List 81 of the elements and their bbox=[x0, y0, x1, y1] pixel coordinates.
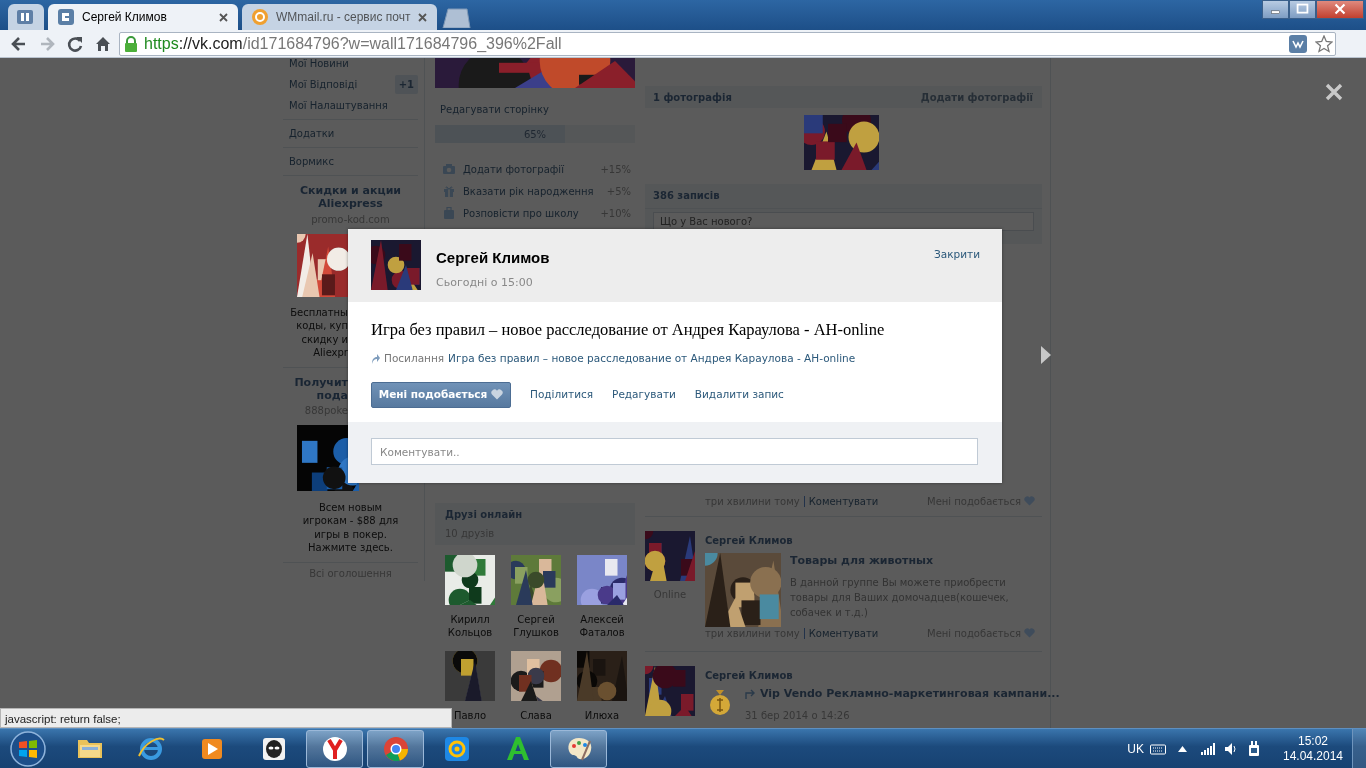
minimize-icon[interactable] bbox=[1262, 0, 1289, 19]
ad-text-line: Aliexpr bbox=[312, 345, 348, 360]
app-launcher-button[interactable] bbox=[8, 4, 44, 30]
next-arrow-icon[interactable] bbox=[1041, 346, 1051, 364]
menu-item[interactable]: Мої Налаштування bbox=[289, 98, 388, 113]
camera-icon bbox=[443, 163, 455, 175]
new-tab-icon[interactable] bbox=[441, 8, 472, 28]
tab-title: Сергей Климов bbox=[82, 9, 168, 26]
ad-title-line[interactable]: Получит bbox=[283, 376, 348, 390]
taskbar-button[interactable] bbox=[306, 729, 363, 768]
menu-item[interactable]: Мої Новини bbox=[289, 58, 349, 71]
panel-title[interactable]: 1 фотографія bbox=[653, 89, 732, 105]
language-indicator[interactable]: UK bbox=[1127, 739, 1144, 758]
ad-title[interactable]: Скидки и акции Aliexpress bbox=[283, 184, 418, 210]
comment-input-field[interactable]: Коментувати.. bbox=[371, 438, 978, 465]
ad-text-line: Бесплатны bbox=[289, 306, 348, 320]
link-arrow-icon bbox=[371, 353, 380, 365]
heart-icon bbox=[491, 389, 504, 400]
post-author[interactable]: Сергей Климов bbox=[705, 533, 1042, 548]
ad-title-line[interactable]: пода bbox=[283, 389, 348, 403]
repost-icon bbox=[745, 688, 757, 700]
friend-name[interactable]: Алексей Фаталов bbox=[571, 613, 633, 639]
ad-text-line: коды, куп bbox=[295, 319, 348, 333]
comment-link[interactable]: Коментувати bbox=[808, 493, 879, 509]
extension-icon[interactable] bbox=[1289, 34, 1307, 53]
close-icon[interactable] bbox=[1316, 0, 1364, 19]
comment-link[interactable]: Коментувати bbox=[808, 625, 879, 641]
ad-text-line: скидку и bbox=[300, 332, 348, 346]
taskbar-button[interactable] bbox=[550, 729, 607, 768]
profile-task-link[interactable]: Розповісти про школу bbox=[463, 205, 601, 221]
maximize-icon[interactable] bbox=[1289, 0, 1316, 19]
post-author[interactable]: Сергей Климов bbox=[705, 668, 1060, 683]
panel-title[interactable]: 386 записів bbox=[645, 184, 1042, 209]
briefcase-icon bbox=[443, 207, 455, 219]
post-action-link[interactable]: Редагувати bbox=[612, 386, 676, 403]
browser-tab[interactable]: Сергей Климов bbox=[48, 4, 238, 30]
clock[interactable]: 15:02 14.04.2014 bbox=[1282, 733, 1344, 764]
post-action-link[interactable]: Видалити запис bbox=[694, 386, 784, 403]
close-icon[interactable] bbox=[418, 12, 428, 22]
friend-name[interactable]: Сергей Глушков bbox=[505, 613, 567, 639]
clock-date: 14.04.2014 bbox=[1282, 748, 1344, 764]
show-hidden-icons-icon[interactable] bbox=[1178, 745, 1187, 752]
panel-title[interactable]: Друзі онлайн bbox=[445, 506, 625, 524]
tab-title: WMmail.ru - сервис почт bbox=[276, 9, 411, 26]
friend-name[interactable]: Кирилл Кольцов bbox=[439, 613, 501, 639]
profile-task-link[interactable]: Додати фотографії bbox=[463, 161, 601, 177]
author-name[interactable]: Сергей Климов bbox=[436, 247, 935, 270]
close-link[interactable]: Закрити bbox=[934, 247, 980, 263]
clock-time: 15:02 bbox=[1298, 733, 1328, 749]
post-title[interactable]: Товары для животных bbox=[790, 553, 1042, 570]
attached-link[interactable]: Игра без правил – новое расследование от Андрея Караулова - AH-online bbox=[448, 350, 856, 367]
post-action-link[interactable]: Поділитися bbox=[530, 386, 594, 403]
star-icon[interactable] bbox=[1315, 34, 1333, 53]
ad-text: Всем новым игрокам - $88 для игры в покер. Нажмите здесь. bbox=[301, 501, 400, 555]
signal-icon[interactable] bbox=[1201, 742, 1215, 755]
mail-icon bbox=[252, 9, 268, 25]
link-label: Посилання bbox=[384, 350, 445, 366]
power-plug-icon[interactable] bbox=[1248, 740, 1260, 757]
pause-icon bbox=[17, 10, 33, 24]
status-bubble: javascript: return false; bbox=[0, 708, 452, 728]
friend-name[interactable]: Павло bbox=[453, 709, 487, 722]
close-icon[interactable] bbox=[219, 12, 228, 22]
friend-name[interactable]: Слава bbox=[520, 709, 552, 722]
like-button[interactable]: Мені подобається bbox=[371, 381, 511, 408]
menu-item[interactable]: Мої Відповіді bbox=[289, 77, 358, 92]
menu-item[interactable]: Вормикс bbox=[289, 154, 334, 169]
post-time: Сьогодні о 15:00 bbox=[436, 274, 534, 291]
menu-item[interactable]: Додатки bbox=[289, 126, 335, 141]
vk-icon bbox=[58, 9, 74, 25]
keyboard-icon[interactable] bbox=[1150, 742, 1166, 755]
friend-name[interactable]: Илюха bbox=[584, 709, 620, 722]
post-title: Игра без правил – новое расследование от Андрея Караулова - AH-online bbox=[371, 319, 886, 341]
gift-icon bbox=[443, 185, 455, 197]
repost-title[interactable]: Vip Vendo Рекламно-маркетинговая кампани... bbox=[760, 686, 1060, 703]
profile-task-link[interactable]: Вказати рік народження bbox=[463, 183, 607, 199]
address-field[interactable]: https://vk.com/id171684796?w=wall171684796_396%2Fall bbox=[119, 31, 1336, 56]
start-button-icon[interactable] bbox=[8, 729, 48, 768]
volume-icon[interactable] bbox=[1224, 741, 1238, 756]
browser-tab[interactable]: WMmail.ru - сервис почт bbox=[242, 4, 438, 30]
edit-page-link[interactable]: Редагувати сторінку bbox=[440, 102, 635, 117]
url-text: https://vk.com/id171684796?w=wall171684796_396%2Fall bbox=[143, 33, 562, 54]
